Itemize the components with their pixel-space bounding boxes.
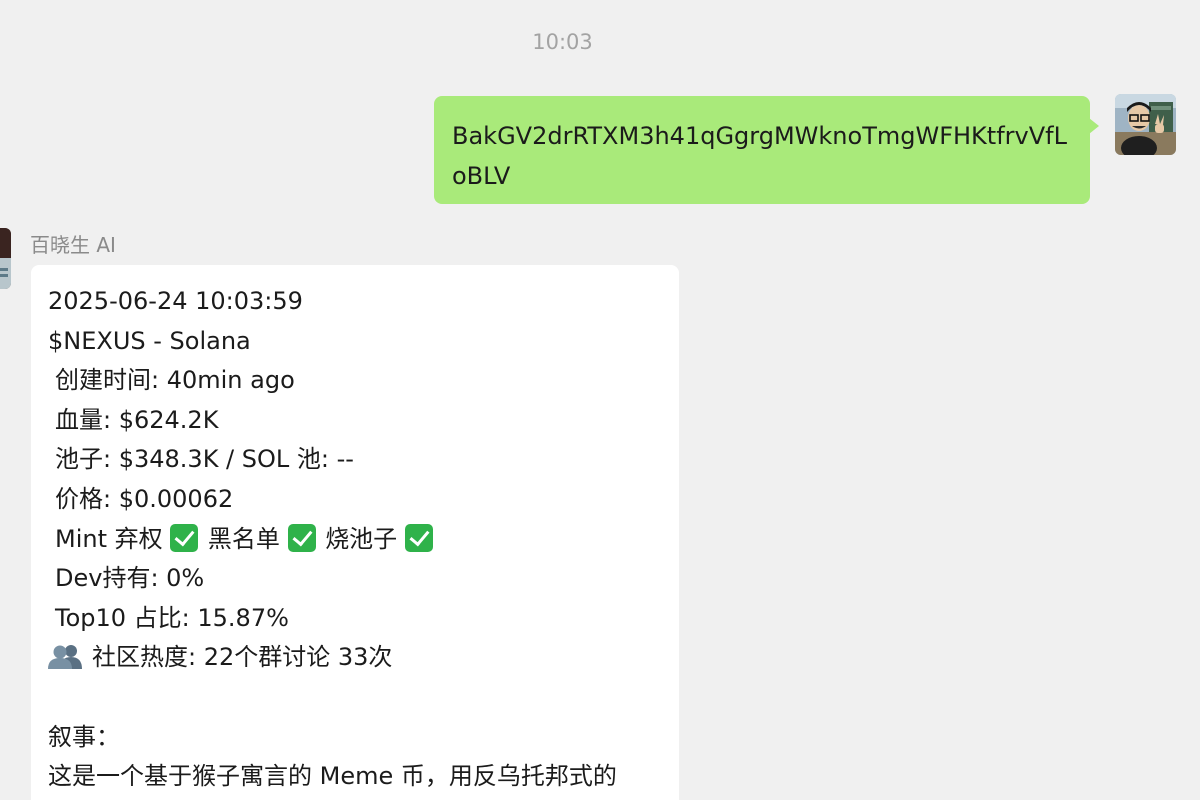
busts-in-silhouette-icon — [48, 642, 82, 670]
token-price: 价格: $0.00062 — [55, 484, 234, 513]
community-heat-text: 社区热度: 22个群讨论 33次 — [92, 643, 393, 672]
message-timestamp: 10:03 — [532, 30, 593, 54]
outgoing-message-bubble[interactable]: BakGV2drRTXM3h41qGgrgMWknoTmgWFHKtfrvVfL… — [434, 96, 1099, 204]
token-name: $NEXUS - Solana — [48, 326, 251, 355]
security-checks: Mint 弃权 黑名单 烧池子 — [48, 520, 663, 560]
sender-name: 百晓生 AI — [30, 233, 116, 257]
market-cap: 血量: $624.2K — [55, 405, 219, 434]
mint-renounced-label: Mint 弃权 — [55, 524, 163, 553]
community-heat: 社区热度: 22个群讨论 33次 — [48, 638, 663, 678]
blacklist-label: 黑名单 — [207, 524, 280, 553]
dev-holding: Dev持有: 0% — [55, 564, 205, 593]
created-time: 创建时间: 40min ago — [55, 366, 295, 395]
burn-pool-label: 烧池子 — [325, 524, 398, 553]
check-mark-button-icon — [287, 523, 316, 552]
user-avatar[interactable] — [1115, 94, 1176, 155]
narrative-title: 叙事： — [48, 722, 120, 751]
top10-share: Top10 占比: 15.87% — [55, 603, 289, 632]
narrative-text: 这是一个基于猴子寓言的 Meme 币，用反乌托邦式的 — [48, 762, 617, 791]
chat-window: 10:03 BakGV2drRTXM3h41qGgrgMWknoTmgWFHKt… — [0, 0, 1200, 800]
outgoing-message-text: BakGV2drRTXM3h41qGgrgMWknoTmgWFHKtfrvVfL… — [452, 122, 1067, 190]
incoming-message-bubble[interactable]: 2025-06-24 10:03:59 $NEXUS - Solana 创建时间… — [31, 265, 679, 800]
liquidity-pool: 池子: $348.3K / SOL 池: -- — [55, 445, 354, 474]
check-mark-button-icon — [404, 523, 433, 552]
bot-avatar[interactable] — [0, 228, 11, 289]
check-mark-button-icon — [170, 523, 199, 552]
message-datetime: 2025-06-24 10:03:59 — [48, 287, 303, 315]
